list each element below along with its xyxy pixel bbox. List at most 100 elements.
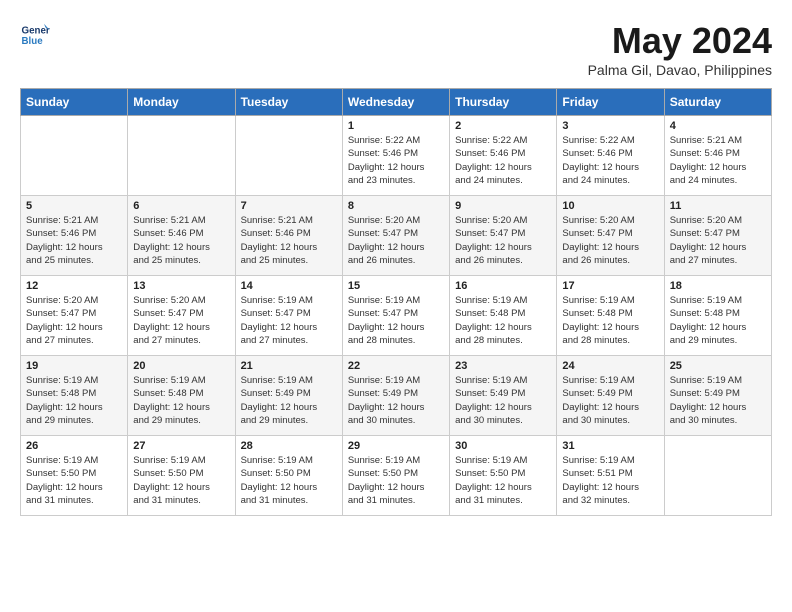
calendar-cell: 18 Sunrise: 5:19 AM Sunset: 5:48 PM Dayli… <box>664 276 771 356</box>
calendar-cell: 16 Sunrise: 5:19 AM Sunset: 5:48 PM Dayli… <box>450 276 557 356</box>
day-number: 31 <box>562 440 658 452</box>
logo-icon: General Blue <box>20 20 50 50</box>
day-info: Sunrise: 5:20 AM Sunset: 5:47 PM Dayligh… <box>455 214 551 267</box>
calendar-cell: 30Sunrise: 5:19 AM Sunset: 5:50 PM Dayli… <box>450 436 557 516</box>
day-number: 17 <box>562 280 658 292</box>
weekday-header-tuesday: Tuesday <box>235 89 342 116</box>
calendar-cell: 29 Sunrise: 5:19 AM Sunset: 5:50 PM Dayli… <box>342 436 449 516</box>
calendar-week-2: 5 Sunrise: 5:21 AM Sunset: 5:46 PM Daylig… <box>21 196 772 276</box>
calendar-cell: 17 Sunrise: 5:19 AM Sunset: 5:48 PM Dayli… <box>557 276 664 356</box>
day-number: 12 <box>26 280 122 292</box>
calendar-table: SundayMondayTuesdayWednesdayThursdayFrid… <box>20 88 772 516</box>
day-info: Sunrise: 5:19 AM Sunset: 5:48 PM Dayligh… <box>26 374 122 427</box>
day-info: Sunrise: 5:21 AM Sunset: 5:46 PM Dayligh… <box>133 214 229 267</box>
calendar-cell: 25 Sunrise: 5:19 AM Sunset: 5:49 PM Dayli… <box>664 356 771 436</box>
day-number: 4 <box>670 120 766 132</box>
location: Palma Gil, Davao, Philippines <box>588 62 772 78</box>
calendar-cell: 24Sunrise: 5:19 AM Sunset: 5:49 PM Dayli… <box>557 356 664 436</box>
day-number: 20 <box>133 360 229 372</box>
day-info: Sunrise: 5:22 AM Sunset: 5:46 PM Dayligh… <box>562 134 658 187</box>
calendar-cell <box>664 436 771 516</box>
day-number: 15 <box>348 280 444 292</box>
day-info: Sunrise: 5:19 AM Sunset: 5:51 PM Dayligh… <box>562 454 658 507</box>
calendar-cell: 3 Sunrise: 5:22 AM Sunset: 5:46 PM Daylig… <box>557 116 664 196</box>
day-info: Sunrise: 5:19 AM Sunset: 5:50 PM Dayligh… <box>241 454 337 507</box>
day-number: 3 <box>562 120 658 132</box>
day-info: Sunrise: 5:19 AM Sunset: 5:50 PM Dayligh… <box>348 454 444 507</box>
day-info: Sunrise: 5:19 AM Sunset: 5:48 PM Dayligh… <box>670 294 766 347</box>
day-info: Sunrise: 5:19 AM Sunset: 5:49 PM Dayligh… <box>670 374 766 427</box>
weekday-header-monday: Monday <box>128 89 235 116</box>
day-info: Sunrise: 5:19 AM Sunset: 5:48 PM Dayligh… <box>133 374 229 427</box>
calendar-cell: 21Sunrise: 5:19 AM Sunset: 5:49 PM Dayli… <box>235 356 342 436</box>
calendar-cell: 7Sunrise: 5:21 AM Sunset: 5:46 PM Daylig… <box>235 196 342 276</box>
calendar-week-5: 26 Sunrise: 5:19 AM Sunset: 5:50 PM Dayli… <box>21 436 772 516</box>
day-number: 22 <box>348 360 444 372</box>
weekday-header-saturday: Saturday <box>664 89 771 116</box>
day-info: Sunrise: 5:19 AM Sunset: 5:49 PM Dayligh… <box>562 374 658 427</box>
weekday-header-friday: Friday <box>557 89 664 116</box>
day-number: 25 <box>670 360 766 372</box>
day-number: 13 <box>133 280 229 292</box>
day-number: 26 <box>26 440 122 452</box>
day-info: Sunrise: 5:19 AM Sunset: 5:50 PM Dayligh… <box>26 454 122 507</box>
month-title: May 2024 <box>588 20 772 62</box>
day-info: Sunrise: 5:20 AM Sunset: 5:47 PM Dayligh… <box>562 214 658 267</box>
day-number: 11 <box>670 200 766 212</box>
day-info: Sunrise: 5:19 AM Sunset: 5:49 PM Dayligh… <box>241 374 337 427</box>
calendar-cell: 23Sunrise: 5:19 AM Sunset: 5:49 PM Dayli… <box>450 356 557 436</box>
calendar-cell: 9 Sunrise: 5:20 AM Sunset: 5:47 PM Daylig… <box>450 196 557 276</box>
weekday-header-wednesday: Wednesday <box>342 89 449 116</box>
day-info: Sunrise: 5:20 AM Sunset: 5:47 PM Dayligh… <box>26 294 122 347</box>
day-info: Sunrise: 5:20 AM Sunset: 5:47 PM Dayligh… <box>133 294 229 347</box>
day-info: Sunrise: 5:22 AM Sunset: 5:46 PM Dayligh… <box>348 134 444 187</box>
day-number: 29 <box>348 440 444 452</box>
calendar-cell: 26 Sunrise: 5:19 AM Sunset: 5:50 PM Dayli… <box>21 436 128 516</box>
calendar-cell <box>235 116 342 196</box>
day-number: 9 <box>455 200 551 212</box>
day-info: Sunrise: 5:19 AM Sunset: 5:47 PM Dayligh… <box>241 294 337 347</box>
day-info: Sunrise: 5:19 AM Sunset: 5:48 PM Dayligh… <box>562 294 658 347</box>
calendar-cell: 2Sunrise: 5:22 AM Sunset: 5:46 PM Daylig… <box>450 116 557 196</box>
day-info: Sunrise: 5:20 AM Sunset: 5:47 PM Dayligh… <box>348 214 444 267</box>
calendar-week-1: 1 Sunrise: 5:22 AM Sunset: 5:46 PM Daylig… <box>21 116 772 196</box>
day-info: Sunrise: 5:21 AM Sunset: 5:46 PM Dayligh… <box>241 214 337 267</box>
day-info: Sunrise: 5:19 AM Sunset: 5:48 PM Dayligh… <box>455 294 551 347</box>
day-info: Sunrise: 5:21 AM Sunset: 5:46 PM Dayligh… <box>26 214 122 267</box>
calendar-cell: 20 Sunrise: 5:19 AM Sunset: 5:48 PM Dayli… <box>128 356 235 436</box>
calendar-cell: 12 Sunrise: 5:20 AM Sunset: 5:47 PM Dayli… <box>21 276 128 356</box>
day-number: 30 <box>455 440 551 452</box>
day-number: 28 <box>241 440 337 452</box>
svg-text:Blue: Blue <box>22 36 44 47</box>
calendar-cell: 31 Sunrise: 5:19 AM Sunset: 5:51 PM Dayli… <box>557 436 664 516</box>
calendar-week-4: 19 Sunrise: 5:19 AM Sunset: 5:48 PM Dayli… <box>21 356 772 436</box>
calendar-cell: 13 Sunrise: 5:20 AM Sunset: 5:47 PM Dayli… <box>128 276 235 356</box>
day-info: Sunrise: 5:19 AM Sunset: 5:47 PM Dayligh… <box>348 294 444 347</box>
day-info: Sunrise: 5:21 AM Sunset: 5:46 PM Dayligh… <box>670 134 766 187</box>
calendar-cell <box>21 116 128 196</box>
day-info: Sunrise: 5:20 AM Sunset: 5:47 PM Dayligh… <box>670 214 766 267</box>
calendar-cell <box>128 116 235 196</box>
calendar-cell: 14 Sunrise: 5:19 AM Sunset: 5:47 PM Dayli… <box>235 276 342 356</box>
calendar-cell: 11 Sunrise: 5:20 AM Sunset: 5:47 PM Dayli… <box>664 196 771 276</box>
weekday-header-sunday: Sunday <box>21 89 128 116</box>
day-info: Sunrise: 5:19 AM Sunset: 5:50 PM Dayligh… <box>133 454 229 507</box>
day-number: 6 <box>133 200 229 212</box>
calendar-cell: 19 Sunrise: 5:19 AM Sunset: 5:48 PM Dayli… <box>21 356 128 436</box>
day-number: 1 <box>348 120 444 132</box>
calendar-cell: 4 Sunrise: 5:21 AM Sunset: 5:46 PM Daylig… <box>664 116 771 196</box>
title-block: May 2024 Palma Gil, Davao, Philippines <box>588 20 772 78</box>
calendar-cell: 8Sunrise: 5:20 AM Sunset: 5:47 PM Daylig… <box>342 196 449 276</box>
calendar-cell: 5 Sunrise: 5:21 AM Sunset: 5:46 PM Daylig… <box>21 196 128 276</box>
calendar-cell: 10Sunrise: 5:20 AM Sunset: 5:47 PM Dayli… <box>557 196 664 276</box>
day-number: 14 <box>241 280 337 292</box>
day-number: 18 <box>670 280 766 292</box>
day-number: 19 <box>26 360 122 372</box>
calendar-cell: 1 Sunrise: 5:22 AM Sunset: 5:46 PM Daylig… <box>342 116 449 196</box>
calendar-week-3: 12 Sunrise: 5:20 AM Sunset: 5:47 PM Dayli… <box>21 276 772 356</box>
page-header: General Blue May 2024 Palma Gil, Davao, … <box>20 20 772 78</box>
day-number: 23 <box>455 360 551 372</box>
day-number: 16 <box>455 280 551 292</box>
calendar-cell: 6 Sunrise: 5:21 AM Sunset: 5:46 PM Daylig… <box>128 196 235 276</box>
day-number: 5 <box>26 200 122 212</box>
